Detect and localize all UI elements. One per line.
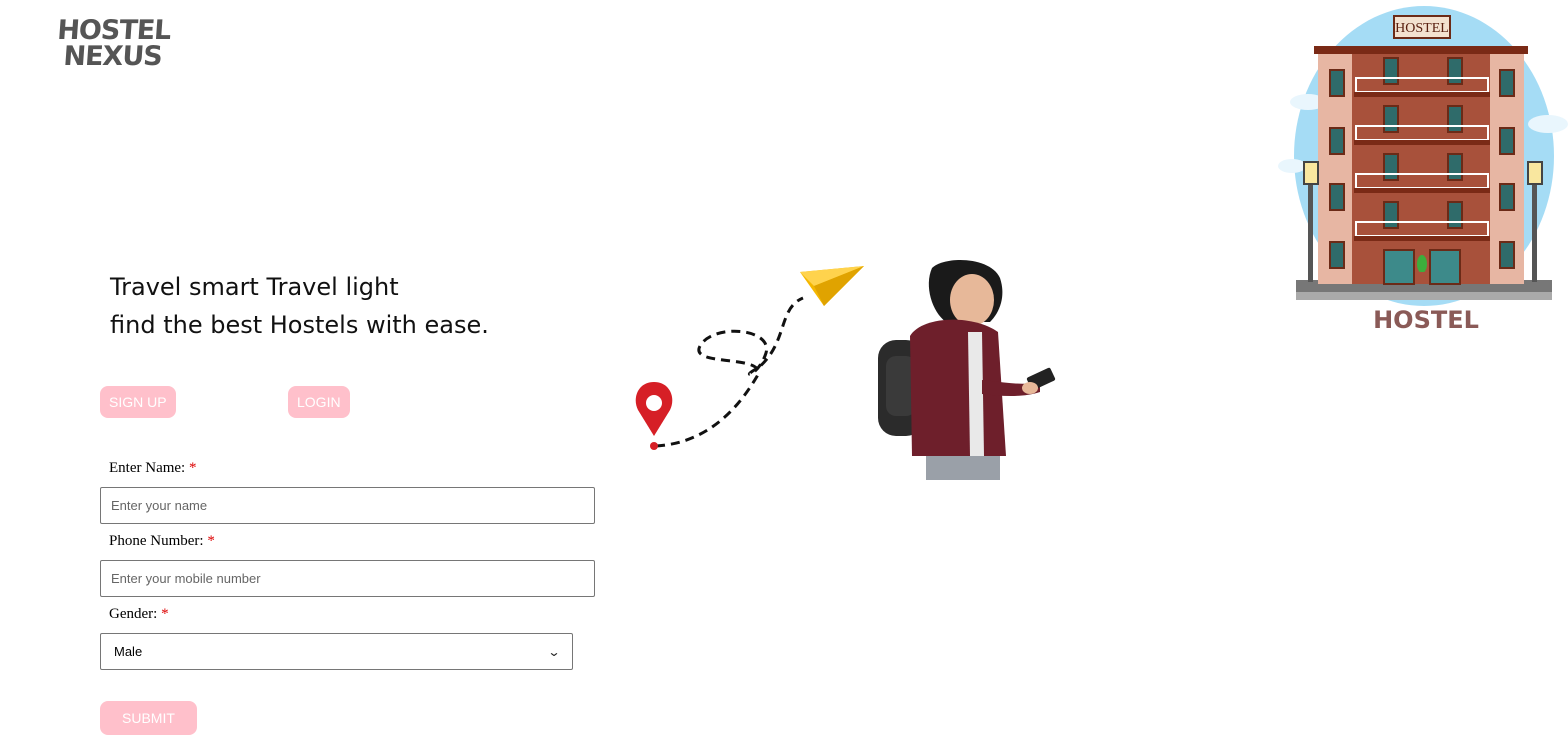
- map-pin-icon: [635, 382, 673, 450]
- hero-tagline: Travel smart Travel light find the best …: [110, 268, 489, 344]
- phone-label: Phone Number: *: [109, 533, 215, 549]
- brand-line-2: NEXUS: [62, 41, 163, 72]
- travel-route-illustration: [635, 266, 864, 450]
- hostel-sign-text: HOSTEL: [1395, 21, 1449, 36]
- person: [910, 259, 1056, 480]
- brand-logo: HOSTEL NEXUS: [54, 15, 171, 80]
- chevron-down-icon: ⌄: [547, 644, 561, 659]
- signup-button[interactable]: SIGN UP: [100, 386, 176, 418]
- login-button[interactable]: LOGIN: [288, 386, 350, 418]
- paper-plane-icon: [800, 266, 864, 306]
- required-marker: *: [161, 606, 169, 622]
- gender-select[interactable]: Male ⌄: [100, 633, 573, 670]
- hostel-building-illustration: HOSTEL HOSTEL: [1278, 6, 1568, 334]
- name-input[interactable]: [100, 487, 595, 524]
- submit-button[interactable]: SUBMIT: [100, 701, 197, 735]
- hero-line-1: Travel smart Travel light: [110, 273, 399, 301]
- dashed-route: [655, 296, 804, 448]
- phone-input[interactable]: [100, 560, 595, 597]
- name-label: Enter Name: *: [109, 460, 197, 476]
- required-marker: *: [188, 460, 197, 476]
- required-marker: *: [207, 533, 215, 549]
- gender-label: Gender: *: [109, 606, 169, 622]
- gender-selected-value: Male: [114, 644, 143, 659]
- traveler-illustration: [878, 259, 1056, 480]
- hostel-caption: HOSTEL: [1373, 306, 1479, 334]
- hero-line-2: find the best Hostels with ease.: [110, 311, 489, 339]
